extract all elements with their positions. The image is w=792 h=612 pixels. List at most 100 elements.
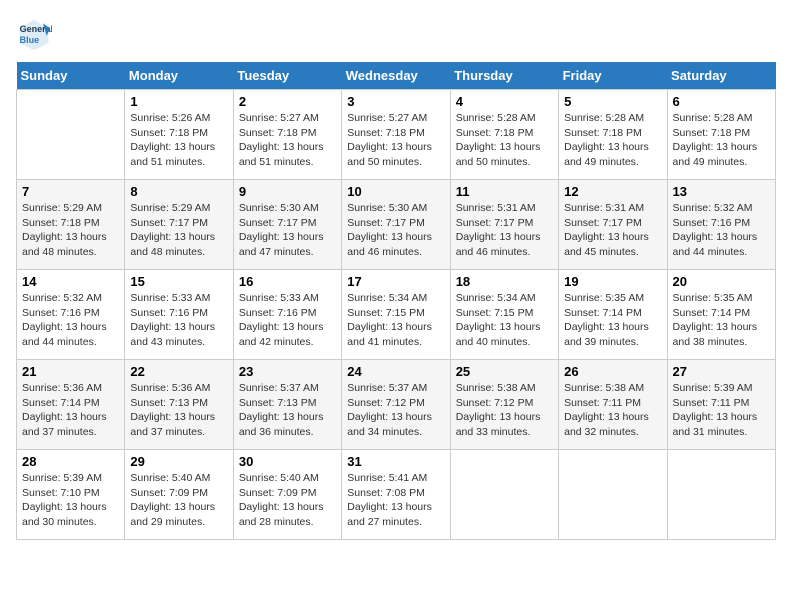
day-info: Sunrise: 5:30 AM Sunset: 7:17 PM Dayligh… <box>347 201 444 260</box>
day-number: 9 <box>239 184 336 199</box>
day-info: Sunrise: 5:36 AM Sunset: 7:13 PM Dayligh… <box>130 381 227 440</box>
day-number: 25 <box>456 364 553 379</box>
calendar-cell: 24 Sunrise: 5:37 AM Sunset: 7:12 PM Dayl… <box>342 360 450 450</box>
day-number: 14 <box>22 274 119 289</box>
calendar-cell: 27 Sunrise: 5:39 AM Sunset: 7:11 PM Dayl… <box>667 360 775 450</box>
calendar-cell: 28 Sunrise: 5:39 AM Sunset: 7:10 PM Dayl… <box>17 450 125 540</box>
day-info: Sunrise: 5:29 AM Sunset: 7:18 PM Dayligh… <box>22 201 119 260</box>
day-number: 19 <box>564 274 661 289</box>
calendar-cell: 12 Sunrise: 5:31 AM Sunset: 7:17 PM Dayl… <box>559 180 667 270</box>
day-info: Sunrise: 5:33 AM Sunset: 7:16 PM Dayligh… <box>239 291 336 350</box>
day-number: 5 <box>564 94 661 109</box>
calendar-cell <box>17 90 125 180</box>
day-info: Sunrise: 5:28 AM Sunset: 7:18 PM Dayligh… <box>673 111 770 170</box>
day-info: Sunrise: 5:27 AM Sunset: 7:18 PM Dayligh… <box>347 111 444 170</box>
day-number: 21 <box>22 364 119 379</box>
day-number: 22 <box>130 364 227 379</box>
day-info: Sunrise: 5:40 AM Sunset: 7:09 PM Dayligh… <box>130 471 227 530</box>
day-info: Sunrise: 5:34 AM Sunset: 7:15 PM Dayligh… <box>347 291 444 350</box>
calendar-cell: 25 Sunrise: 5:38 AM Sunset: 7:12 PM Dayl… <box>450 360 558 450</box>
week-row-5: 28 Sunrise: 5:39 AM Sunset: 7:10 PM Dayl… <box>17 450 776 540</box>
day-number: 23 <box>239 364 336 379</box>
day-number: 8 <box>130 184 227 199</box>
day-number: 17 <box>347 274 444 289</box>
weekday-header-monday: Monday <box>125 62 233 90</box>
logo-icon: General Blue <box>16 16 52 52</box>
day-info: Sunrise: 5:28 AM Sunset: 7:18 PM Dayligh… <box>456 111 553 170</box>
day-number: 6 <box>673 94 770 109</box>
calendar-cell: 6 Sunrise: 5:28 AM Sunset: 7:18 PM Dayli… <box>667 90 775 180</box>
day-info: Sunrise: 5:35 AM Sunset: 7:14 PM Dayligh… <box>564 291 661 350</box>
day-info: Sunrise: 5:29 AM Sunset: 7:17 PM Dayligh… <box>130 201 227 260</box>
weekday-header-tuesday: Tuesday <box>233 62 341 90</box>
day-info: Sunrise: 5:35 AM Sunset: 7:14 PM Dayligh… <box>673 291 770 350</box>
calendar-cell: 9 Sunrise: 5:30 AM Sunset: 7:17 PM Dayli… <box>233 180 341 270</box>
day-info: Sunrise: 5:33 AM Sunset: 7:16 PM Dayligh… <box>130 291 227 350</box>
day-info: Sunrise: 5:27 AM Sunset: 7:18 PM Dayligh… <box>239 111 336 170</box>
day-info: Sunrise: 5:34 AM Sunset: 7:15 PM Dayligh… <box>456 291 553 350</box>
calendar-cell: 15 Sunrise: 5:33 AM Sunset: 7:16 PM Dayl… <box>125 270 233 360</box>
day-number: 27 <box>673 364 770 379</box>
day-info: Sunrise: 5:26 AM Sunset: 7:18 PM Dayligh… <box>130 111 227 170</box>
day-number: 11 <box>456 184 553 199</box>
calendar-table: SundayMondayTuesdayWednesdayThursdayFrid… <box>16 62 776 540</box>
day-info: Sunrise: 5:31 AM Sunset: 7:17 PM Dayligh… <box>564 201 661 260</box>
week-row-3: 14 Sunrise: 5:32 AM Sunset: 7:16 PM Dayl… <box>17 270 776 360</box>
weekday-header-saturday: Saturday <box>667 62 775 90</box>
calendar-cell: 31 Sunrise: 5:41 AM Sunset: 7:08 PM Dayl… <box>342 450 450 540</box>
day-number: 12 <box>564 184 661 199</box>
calendar-cell: 8 Sunrise: 5:29 AM Sunset: 7:17 PM Dayli… <box>125 180 233 270</box>
day-number: 1 <box>130 94 227 109</box>
day-info: Sunrise: 5:38 AM Sunset: 7:11 PM Dayligh… <box>564 381 661 440</box>
day-number: 15 <box>130 274 227 289</box>
day-info: Sunrise: 5:40 AM Sunset: 7:09 PM Dayligh… <box>239 471 336 530</box>
calendar-cell: 13 Sunrise: 5:32 AM Sunset: 7:16 PM Dayl… <box>667 180 775 270</box>
day-info: Sunrise: 5:37 AM Sunset: 7:12 PM Dayligh… <box>347 381 444 440</box>
day-info: Sunrise: 5:41 AM Sunset: 7:08 PM Dayligh… <box>347 471 444 530</box>
day-info: Sunrise: 5:32 AM Sunset: 7:16 PM Dayligh… <box>673 201 770 260</box>
day-info: Sunrise: 5:38 AM Sunset: 7:12 PM Dayligh… <box>456 381 553 440</box>
day-info: Sunrise: 5:30 AM Sunset: 7:17 PM Dayligh… <box>239 201 336 260</box>
day-number: 20 <box>673 274 770 289</box>
calendar-cell: 18 Sunrise: 5:34 AM Sunset: 7:15 PM Dayl… <box>450 270 558 360</box>
weekday-header-wednesday: Wednesday <box>342 62 450 90</box>
day-number: 31 <box>347 454 444 469</box>
day-number: 2 <box>239 94 336 109</box>
calendar-cell: 16 Sunrise: 5:33 AM Sunset: 7:16 PM Dayl… <box>233 270 341 360</box>
calendar-cell: 17 Sunrise: 5:34 AM Sunset: 7:15 PM Dayl… <box>342 270 450 360</box>
calendar-cell: 11 Sunrise: 5:31 AM Sunset: 7:17 PM Dayl… <box>450 180 558 270</box>
day-number: 13 <box>673 184 770 199</box>
calendar-cell: 26 Sunrise: 5:38 AM Sunset: 7:11 PM Dayl… <box>559 360 667 450</box>
day-info: Sunrise: 5:39 AM Sunset: 7:10 PM Dayligh… <box>22 471 119 530</box>
calendar-cell: 21 Sunrise: 5:36 AM Sunset: 7:14 PM Dayl… <box>17 360 125 450</box>
week-row-4: 21 Sunrise: 5:36 AM Sunset: 7:14 PM Dayl… <box>17 360 776 450</box>
day-number: 24 <box>347 364 444 379</box>
logo: General Blue <box>16 16 56 52</box>
day-number: 18 <box>456 274 553 289</box>
day-number: 29 <box>130 454 227 469</box>
calendar-cell: 20 Sunrise: 5:35 AM Sunset: 7:14 PM Dayl… <box>667 270 775 360</box>
calendar-cell: 2 Sunrise: 5:27 AM Sunset: 7:18 PM Dayli… <box>233 90 341 180</box>
weekday-header-friday: Friday <box>559 62 667 90</box>
calendar-cell: 19 Sunrise: 5:35 AM Sunset: 7:14 PM Dayl… <box>559 270 667 360</box>
calendar-cell: 7 Sunrise: 5:29 AM Sunset: 7:18 PM Dayli… <box>17 180 125 270</box>
calendar-cell: 29 Sunrise: 5:40 AM Sunset: 7:09 PM Dayl… <box>125 450 233 540</box>
day-number: 26 <box>564 364 661 379</box>
calendar-cell: 22 Sunrise: 5:36 AM Sunset: 7:13 PM Dayl… <box>125 360 233 450</box>
weekday-header-sunday: Sunday <box>17 62 125 90</box>
calendar-cell: 4 Sunrise: 5:28 AM Sunset: 7:18 PM Dayli… <box>450 90 558 180</box>
day-info: Sunrise: 5:32 AM Sunset: 7:16 PM Dayligh… <box>22 291 119 350</box>
day-number: 10 <box>347 184 444 199</box>
calendar-cell: 14 Sunrise: 5:32 AM Sunset: 7:16 PM Dayl… <box>17 270 125 360</box>
day-number: 16 <box>239 274 336 289</box>
calendar-cell <box>667 450 775 540</box>
calendar-cell: 3 Sunrise: 5:27 AM Sunset: 7:18 PM Dayli… <box>342 90 450 180</box>
svg-text:Blue: Blue <box>20 35 40 45</box>
day-number: 4 <box>456 94 553 109</box>
day-info: Sunrise: 5:37 AM Sunset: 7:13 PM Dayligh… <box>239 381 336 440</box>
day-info: Sunrise: 5:31 AM Sunset: 7:17 PM Dayligh… <box>456 201 553 260</box>
day-number: 3 <box>347 94 444 109</box>
day-info: Sunrise: 5:39 AM Sunset: 7:11 PM Dayligh… <box>673 381 770 440</box>
calendar-cell: 10 Sunrise: 5:30 AM Sunset: 7:17 PM Dayl… <box>342 180 450 270</box>
weekday-header-thursday: Thursday <box>450 62 558 90</box>
